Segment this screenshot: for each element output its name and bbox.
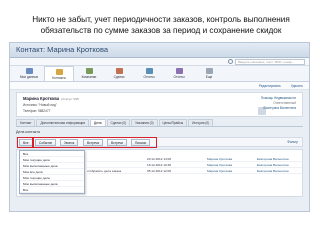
- nav-item-more[interactable]: Еще: [194, 66, 224, 81]
- tab-instructions[interactable]: Указания (0): [131, 119, 158, 126]
- activities-grid: Все Мои текущие дела Мои выполненные дел…: [16, 149, 303, 197]
- nav-label: Отчеты: [143, 75, 155, 79]
- add-meeting-button[interactable]: Встреча: [83, 139, 104, 146]
- row-responsible[interactable]: Екатерина Валентина: [257, 168, 289, 174]
- report-icon: [175, 68, 183, 74]
- tab-deals[interactable]: Сделки (0): [106, 119, 131, 126]
- responsible-person[interactable]: Екатерина Валентина: [261, 106, 296, 111]
- crm-screenshot: Контакт: Марина Кроткова Введите ключевы…: [9, 42, 310, 212]
- tab-history[interactable]: История (0): [188, 119, 214, 126]
- tab-activities[interactable]: Дела: [90, 119, 106, 126]
- activity-action-bar: Все Событие Звонок Встреча Встречи Письм…: [16, 137, 303, 148]
- activity-filter-dropdown[interactable]: Все Мои текущие дела Мои выполненные дел…: [19, 150, 85, 194]
- row-date: 05.12.2012 12:00: [147, 169, 172, 173]
- contact-name: Марина Кроткова (Статус: VIP): [23, 96, 79, 101]
- nav-label: Контакты: [52, 76, 66, 80]
- filter-all-button[interactable]: Все: [19, 139, 33, 146]
- search-input[interactable]: Введите ключевые, текст: ФИО, номер...: [235, 59, 305, 65]
- contact-source: Источник: "Новый лид": [23, 103, 57, 107]
- search-icon[interactable]: [228, 59, 233, 64]
- more-icon: [205, 68, 213, 74]
- contact-status: (Статус: VIP): [61, 97, 80, 101]
- user-icon: [25, 68, 33, 74]
- nav-item-contacts[interactable]: Контакты: [44, 66, 74, 81]
- dropdown-option[interactable]: Все: [20, 187, 84, 193]
- add-letter-button[interactable]: Письмо: [131, 139, 151, 146]
- nav-label: Сделки: [113, 75, 125, 79]
- nav-label: Еще: [205, 75, 213, 79]
- nav-item-companies[interactable]: Компании: [74, 66, 104, 81]
- nav-label: Мои данные: [19, 75, 39, 79]
- top-strip: Введите ключевые, текст: ФИО, номер...: [10, 58, 309, 66]
- section-title: Дела контакта: [16, 130, 40, 134]
- nav-item-reports-2[interactable]: Отчеты: [164, 66, 194, 81]
- table-row[interactable]: отобразить дела заказа 05.12.2012 12:00 …: [87, 168, 302, 174]
- contact-title: Контакт: Марина Кроткова: [10, 43, 309, 58]
- slide: Никто не забыт, учет периодичности заказ…: [0, 0, 320, 240]
- card-right: Помощь Недвижимости Ответственный Екатер…: [261, 96, 296, 111]
- nav-item-deals[interactable]: Сделки: [104, 66, 134, 81]
- add-meetings-button[interactable]: Встречи: [107, 139, 128, 146]
- filter-link[interactable]: Фильтр: [287, 140, 298, 144]
- add-call-button[interactable]: Звонок: [60, 139, 79, 146]
- nav-label: Компании: [81, 75, 97, 79]
- contacts-icon: [55, 69, 63, 75]
- edit-link[interactable]: Редактировать: [259, 84, 281, 88]
- contact-card: Марина Кроткова (Статус: VIP) Источник: "…: [16, 92, 303, 117]
- building-icon: [85, 68, 93, 74]
- nav-label: Отчеты: [173, 75, 185, 79]
- handshake-icon: [115, 68, 123, 74]
- main-nav: Мои данные Контакты Компании Сделки Отче…: [10, 66, 309, 82]
- nav-item-reports[interactable]: Отчеты: [134, 66, 164, 81]
- record-toolbar: Редактировать Удалить: [10, 82, 309, 90]
- chart-icon: [145, 68, 153, 74]
- delete-link[interactable]: Удалить: [291, 84, 303, 88]
- add-event-button[interactable]: Событие: [35, 139, 57, 146]
- tab-prices[interactable]: Цены/Прайсы: [158, 119, 188, 126]
- contact-phone: Телефон: 9882477: [23, 109, 51, 113]
- row-note: отобразить дела заказа: [87, 169, 122, 173]
- tab-contact[interactable]: Контакт: [16, 119, 36, 126]
- contact-name-text: Марина Кроткова: [23, 96, 60, 101]
- contact-tabs: Контакт Дополнительная информация Дела С…: [16, 119, 303, 127]
- nav-item-my-data[interactable]: Мои данные: [14, 66, 44, 81]
- slide-caption: Никто не забыт, учет периодичности заказ…: [32, 15, 290, 35]
- tab-additional-info[interactable]: Дополнительная информация: [36, 119, 90, 126]
- row-owner[interactable]: Марина Кроткова: [207, 168, 232, 174]
